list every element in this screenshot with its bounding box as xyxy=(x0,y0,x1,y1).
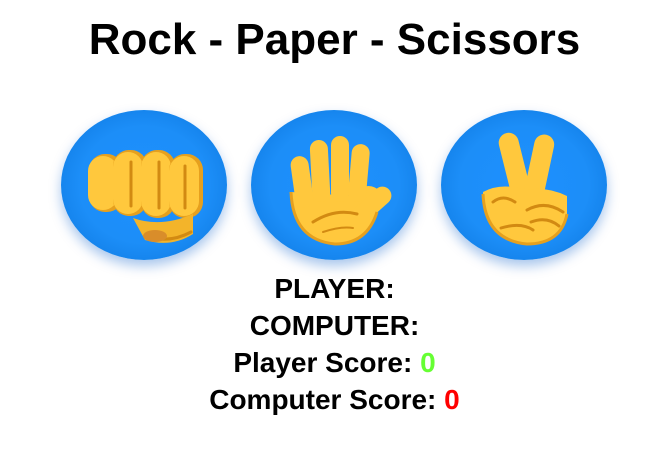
computer-score-row: Computer Score: 0 xyxy=(0,381,669,418)
rock-button[interactable] xyxy=(61,110,227,260)
scissors-button[interactable] xyxy=(441,110,607,260)
game-status: PLAYER: COMPUTER: Player Score: 0 Comput… xyxy=(0,270,669,418)
player-choice-row: PLAYER: xyxy=(0,270,669,307)
player-score-value: 0 xyxy=(420,347,436,378)
player-score-label: Player Score: xyxy=(233,347,413,378)
computer-score-value: 0 xyxy=(444,384,460,415)
computer-choice-row: COMPUTER: xyxy=(0,307,669,344)
computer-score-label: Computer Score: xyxy=(209,384,437,415)
raised-hand-icon xyxy=(289,136,392,246)
paper-button[interactable] xyxy=(251,110,417,260)
fist-icon xyxy=(88,150,203,243)
page-title: Rock - Paper - Scissors xyxy=(88,15,581,64)
choice-buttons xyxy=(0,110,669,270)
computer-choice-label: COMPUTER: xyxy=(249,310,420,341)
player-choice-label: PLAYER: xyxy=(274,273,395,304)
victory-hand-icon xyxy=(481,132,569,246)
player-score-row: Player Score: 0 xyxy=(0,344,669,381)
